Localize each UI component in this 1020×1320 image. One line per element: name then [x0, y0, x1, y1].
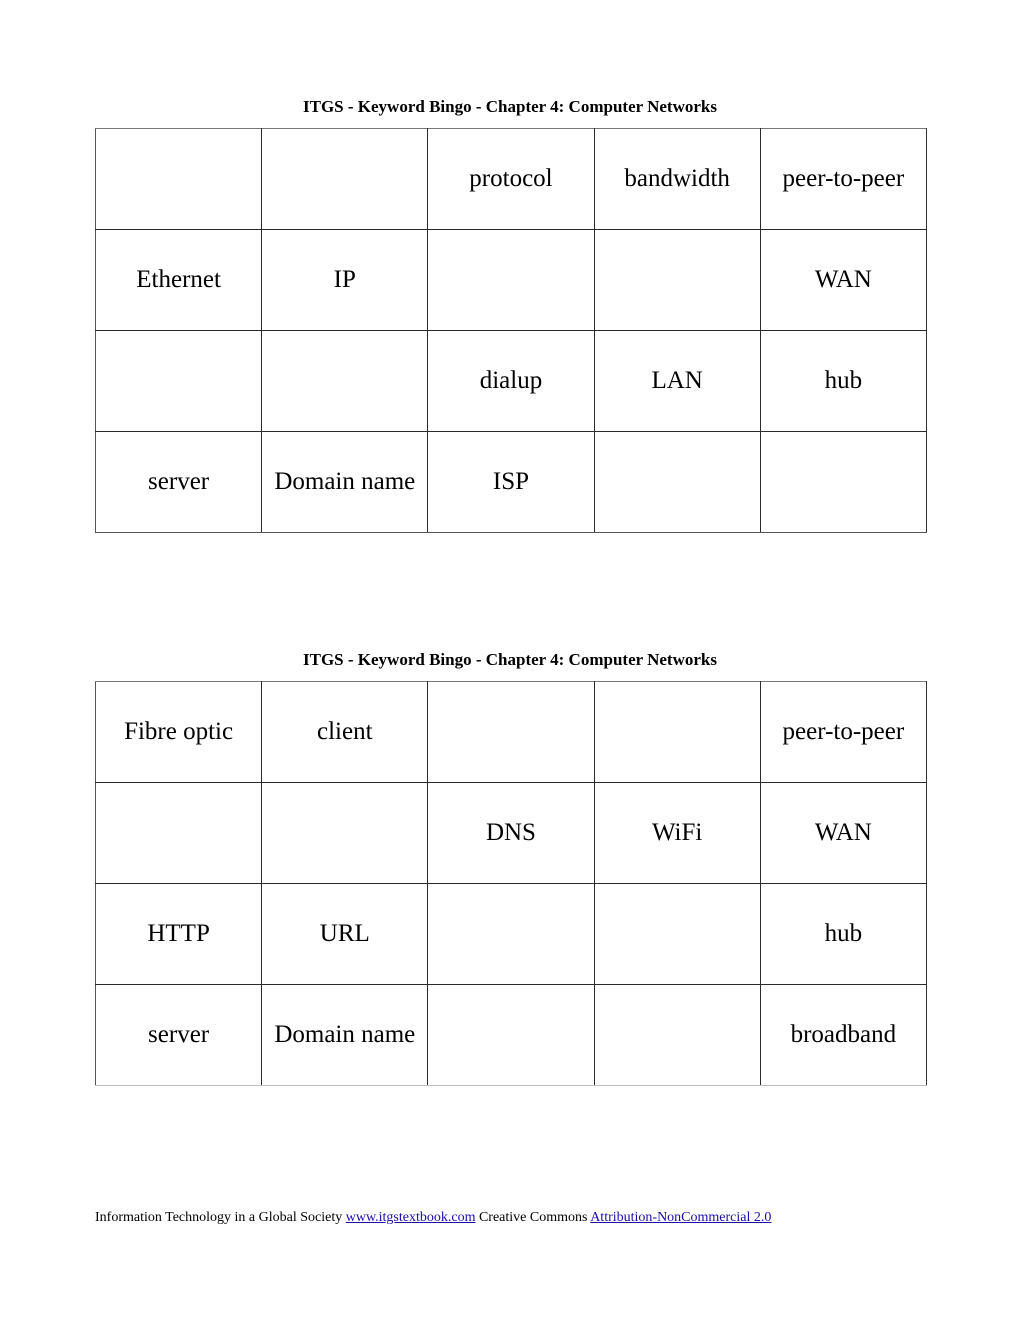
bingo-cell: hub	[759, 330, 928, 432]
bingo-cell-empty	[593, 229, 761, 331]
page-footer: Information Technology in a Global Socie…	[95, 1209, 771, 1227]
bingo-cell-empty	[261, 128, 429, 230]
footer-link-license[interactable]: Attribution-NonCommercial 2.0	[590, 1210, 771, 1225]
bingo-cell: server	[94, 984, 263, 1086]
bingo-row: server Domain name broadband	[94, 984, 928, 1086]
bingo-cell: HTTP	[94, 883, 263, 985]
bingo-cell-empty	[261, 330, 429, 432]
bingo-card-2: Fibre optic client peer-to-peer DNS WiFi WAN H…	[94, 681, 928, 1086]
bingo-cell: IP	[261, 229, 429, 331]
bingo-cell: URL	[261, 883, 429, 985]
bingo-cell: peer-to-peer	[759, 681, 928, 783]
bingo-cell-empty	[593, 883, 761, 985]
bingo-cell: bandwidth	[593, 128, 761, 230]
bingo-cell: dialup	[427, 330, 595, 432]
bingo-cell: protocol	[427, 128, 595, 230]
bingo-cell: Domain name	[261, 984, 429, 1086]
bingo-cell: Domain name	[261, 431, 429, 533]
bingo-cell-empty	[759, 431, 928, 533]
bingo-cell-empty	[94, 782, 263, 884]
bingo-cell: peer-to-peer	[759, 128, 928, 230]
bingo-cell: hub	[759, 883, 928, 985]
bingo-cell: client	[261, 681, 429, 783]
bingo-cell: LAN	[593, 330, 761, 432]
footer-text-publication: Information Technology in a Global Socie…	[95, 1210, 346, 1225]
bingo-cell-empty	[427, 681, 595, 783]
bingo-cell: WAN	[759, 782, 928, 884]
bingo-row: Ethernet IP WAN	[94, 229, 928, 331]
bingo-cell: server	[94, 431, 263, 533]
bingo-row: DNS WiFi WAN	[94, 782, 928, 884]
bingo-cell: WAN	[759, 229, 928, 331]
bingo-cell: Fibre optic	[94, 681, 263, 783]
bingo-row: HTTP URL hub	[94, 883, 928, 985]
bingo-row: protocol bandwidth peer-to-peer	[94, 128, 928, 230]
bingo-title-1: ITGS - Keyword Bingo - Chapter 4: Comput…	[303, 97, 717, 116]
bingo-cell-empty	[94, 128, 263, 230]
bingo-cell-empty	[427, 229, 595, 331]
bingo-cell-empty	[94, 330, 263, 432]
bingo-row: server Domain name ISP	[94, 431, 928, 533]
bingo-cell-empty	[593, 984, 761, 1086]
footer-link-website[interactable]: www.itgstextbook.com	[346, 1210, 476, 1225]
bingo-cell: ISP	[427, 431, 595, 533]
bingo-card-1: protocol bandwidth peer-to-peer Ethernet IP W…	[94, 128, 928, 533]
bingo-cell: Ethernet	[94, 229, 263, 331]
bingo-row: dialup LAN hub	[94, 330, 928, 432]
bingo-cell-empty	[261, 782, 429, 884]
bingo-cell: DNS	[427, 782, 595, 884]
bingo-cell: WiFi	[593, 782, 761, 884]
bingo-row: Fibre optic client peer-to-peer	[94, 681, 928, 783]
bingo-title-2: ITGS - Keyword Bingo - Chapter 4: Comput…	[303, 650, 717, 669]
footer-text-license: Creative Commons	[475, 1210, 591, 1225]
bingo-cell-empty	[593, 681, 761, 783]
bingo-cell-empty	[427, 883, 595, 985]
bingo-cell: broadband	[759, 984, 928, 1086]
bingo-cell-empty	[427, 984, 595, 1086]
bingo-cell-empty	[593, 431, 761, 533]
